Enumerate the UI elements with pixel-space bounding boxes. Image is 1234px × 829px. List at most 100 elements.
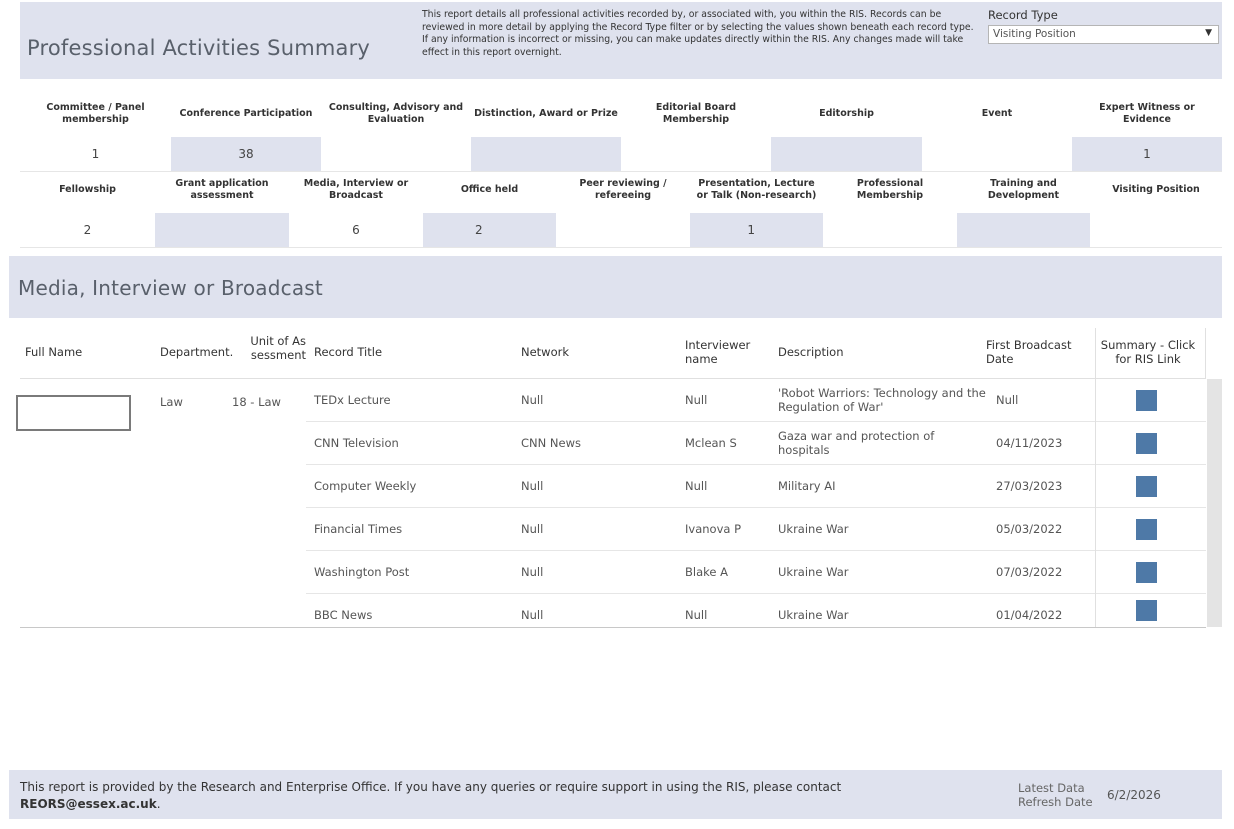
column-header-full-name[interactable]: Full Name [25, 345, 82, 359]
summary-header-presentation: Presentation, Lecture or Talk (Non-resea… [696, 177, 817, 201]
column-header-interviewer[interactable]: Interviewer name [685, 338, 765, 366]
summary-header-grant-assessment: Grant application assessment [175, 177, 269, 201]
table-row[interactable]: Computer Weekly Null Null Military AI 27… [306, 465, 1206, 508]
refresh-date-label: Latest Data Refresh Date [1018, 781, 1093, 809]
section-title: Media, Interview or Broadcast [18, 276, 323, 300]
report-footer: This report is provided by the Research … [9, 770, 1222, 819]
network-cell: CNN News [521, 436, 581, 450]
broadcast-date-cell: 07/03/2022 [996, 565, 1063, 579]
report-header: Professional Activities Summary This rep… [20, 2, 1222, 79]
column-header-summary[interactable]: Summary - Click for RIS Link [1096, 338, 1200, 366]
summary-header-peer-reviewing: Peer reviewing / refereeing [579, 177, 667, 201]
ris-link-button[interactable] [1135, 562, 1157, 583]
ris-link-button[interactable] [1135, 519, 1157, 540]
vertical-scrollbar[interactable] [1207, 379, 1222, 627]
ris-link-cell[interactable] [1095, 379, 1196, 422]
summary-header-visiting-position: Visiting Position [1112, 183, 1200, 195]
table-row[interactable]: BBC News Null Null Ukraine War 01/04/202… [306, 594, 1206, 637]
column-header-department[interactable]: Department. [160, 345, 233, 359]
record-title-cell: CNN Television [314, 436, 399, 450]
summary-value-presentation[interactable]: 1 [690, 213, 823, 247]
detail-table-body: Law 18 - Law TEDx Lecture Null Null 'Rob… [16, 379, 1206, 627]
interviewer-cell: Null [685, 393, 708, 407]
table-bottom-border [20, 627, 1206, 628]
summary-value-professional-membership[interactable] [823, 213, 957, 247]
footer-message: This report is provided by the Research … [20, 780, 842, 794]
page-title: Professional Activities Summary [27, 36, 371, 60]
column-header-description[interactable]: Description [778, 345, 844, 359]
description-cell: Gaza war and protection of hospitals [778, 429, 935, 457]
ris-link-button[interactable] [1135, 476, 1157, 497]
summary-value-row: 2 6 2 1 [20, 213, 1222, 248]
section-header: Media, Interview or Broadcast [9, 256, 1222, 318]
record-type-label: Record Type [988, 8, 1058, 22]
network-cell: Null [521, 522, 544, 536]
department-cell: Law [160, 395, 183, 409]
ris-link-button[interactable] [1135, 600, 1157, 621]
ris-link-cell[interactable] [1095, 508, 1196, 551]
ris-link-cell[interactable] [1095, 594, 1196, 627]
network-cell: Null [521, 565, 544, 579]
description-cell: Ukraine War [778, 522, 849, 536]
full-name-cell[interactable] [16, 395, 131, 431]
summary-header-office-held: Office held [460, 183, 519, 195]
dropdown-arrow-icon[interactable]: ▼ [1205, 28, 1212, 38]
table-row[interactable]: Washington Post Null Blake A Ukraine War… [306, 551, 1206, 594]
description-cell: Ukraine War [778, 565, 849, 579]
description-cell: 'Robot Warriors: Technology and the Regu… [778, 386, 986, 414]
summary-header-event: Event [981, 107, 1013, 119]
description-cell: Military AI [778, 479, 836, 493]
summary-header-media: Media, Interview or Broadcast [303, 177, 409, 201]
column-header-record-title[interactable]: Record Title [314, 345, 382, 359]
summary-value-grant-assessment[interactable] [155, 213, 289, 247]
summary-value-training[interactable] [957, 213, 1090, 247]
ris-link-button[interactable] [1135, 433, 1157, 454]
network-cell: Null [521, 479, 544, 493]
summary-value-visiting-position[interactable] [1090, 213, 1222, 247]
column-divider [1205, 328, 1206, 379]
contact-email-link[interactable]: REORS@essex.ac.uk [20, 797, 157, 811]
broadcast-date-cell: 27/03/2023 [996, 479, 1063, 493]
network-cell: Null [521, 608, 544, 622]
broadcast-date-cell: 01/04/2022 [996, 608, 1063, 622]
ris-link-cell[interactable] [1095, 422, 1196, 465]
interviewer-cell: Ivanova P [685, 522, 742, 536]
record-title-cell: TEDx Lecture [314, 393, 391, 407]
description-cell: Ukraine War [778, 608, 849, 622]
summary-header-distinction: Distinction, Award or Prize [474, 107, 618, 119]
summary-header-fellowship: Fellowship [59, 183, 116, 195]
detail-table-header: Full Name Department. Unit of As sessmen… [20, 328, 1206, 379]
summary-value-peer-reviewing[interactable] [556, 213, 690, 247]
summary-value-fellowship[interactable]: 2 [20, 213, 155, 247]
table-row[interactable]: TEDx Lecture Null Null 'Robot Warriors: … [306, 379, 1206, 422]
summary-header-row: Fellowship Grant application assessment … [20, 166, 1222, 213]
table-row[interactable]: Financial Times Null Ivanova P Ukraine W… [306, 508, 1206, 551]
summary-header-editorship: Editorship [819, 107, 874, 119]
record-title-cell: Washington Post [314, 565, 410, 579]
column-header-network[interactable]: Network [521, 345, 569, 359]
summary-header-conference: Conference Participation [179, 107, 313, 119]
table-row[interactable]: CNN Television CNN News Mclean S Gaza wa… [306, 422, 1206, 465]
summary-grid-1: Committee / Panel membership Conference … [20, 90, 1222, 172]
record-type-select[interactable]: Visiting Position ▼ [988, 25, 1219, 44]
interviewer-cell: Null [685, 479, 708, 493]
summary-value-office-held[interactable]: 2 [423, 213, 556, 247]
interviewer-cell: Mclean S [685, 436, 737, 450]
summary-header-row: Committee / Panel membership Conference … [20, 90, 1222, 137]
summary-header-consulting: Consulting, Advisory and Evaluation [328, 101, 464, 125]
summary-header-committee: Committee / Panel membership [46, 101, 145, 125]
ris-link-cell[interactable] [1095, 465, 1196, 508]
column-header-unit[interactable]: Unit of As sessment [242, 334, 306, 362]
report-description: This report details all professional act… [422, 9, 974, 59]
network-cell: Null [521, 393, 544, 407]
ris-link-cell[interactable] [1095, 551, 1196, 594]
interviewer-cell: Null [685, 608, 708, 622]
broadcast-date-cell: 04/11/2023 [996, 436, 1063, 450]
unit-cell: 18 - Law [232, 395, 281, 409]
record-title-cell: Computer Weekly [314, 479, 417, 493]
summary-header-training: Training and Development [987, 177, 1060, 201]
refresh-date-value: 6/2/2026 [1107, 788, 1161, 802]
ris-link-button[interactable] [1135, 390, 1157, 411]
column-header-first-broadcast[interactable]: First Broadcast Date [986, 338, 1098, 366]
summary-value-media[interactable]: 6 [289, 213, 423, 247]
